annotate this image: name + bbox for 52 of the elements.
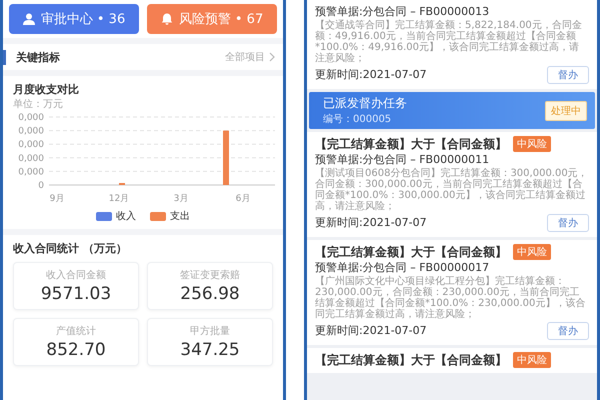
approval-center-button[interactable]: 审批中心 • 36: [9, 4, 139, 34]
y-axis-label: 0,000: [18, 154, 44, 164]
warning-title: 【完工结算金额】大于【合同金额】: [315, 136, 507, 152]
update-time: 更新时间:2021-07-07: [315, 68, 427, 82]
warning-description: 【交通战等合同】完工结算金额：5,822,184.00元，合同金额：49,916.00元，当前合同完工结算金额超过【合同金额*100.0%：49,916.00元】，该合同完工结算金额过高，请注意风险；: [315, 20, 583, 64]
document-number: 预警单据:分包合同 – FB00000011: [315, 153, 490, 167]
y-axis-label: 0,000: [18, 167, 44, 178]
document-number: 预警单据:分包合同 – FB00000017: [315, 261, 490, 275]
stat-value: 347.25: [180, 340, 240, 360]
stat-label: 签证变更索赔: [180, 268, 240, 282]
y-axis-label: 0,000: [18, 126, 44, 137]
person-icon: [22, 13, 35, 25]
update-time: 更新时间:2021-07-07: [315, 216, 427, 230]
task-number: 编号：000005: [323, 112, 392, 126]
x-axis-label: 6月: [236, 194, 250, 204]
y-axis-label: 0,000: [18, 113, 44, 123]
chevron-right-icon: [269, 52, 275, 62]
expense-bar: [223, 130, 229, 185]
warning-title: 【完工结算金额】大于【合同金额】: [315, 244, 507, 260]
legend-label: 收入: [116, 210, 136, 223]
update-time: 更新时间:2021-07-07: [315, 324, 427, 338]
stat-value: 256.98: [180, 284, 240, 304]
risk-badge: 中风险: [513, 136, 551, 152]
chart-title: 月度收支对比: [13, 82, 80, 97]
risk-badge: 中风险: [513, 352, 551, 368]
stat-value: 9571.03: [40, 284, 112, 304]
dispatch-title: 已派发督办任务: [323, 95, 407, 112]
status-badge: 处理中: [545, 100, 587, 120]
stat-label: 收入合同金额: [46, 268, 106, 282]
chart-unit: 单位：万元: [13, 98, 64, 111]
supervise-button[interactable]: 督办: [547, 214, 589, 232]
risk-alert-button[interactable]: 风险预警 • 67: [147, 4, 277, 34]
warning-title: 【完工结算金额】大于【合同金额】: [315, 352, 507, 368]
all-projects-link[interactable]: 全部项目: [225, 50, 275, 64]
x-axis-label: 12月: [108, 194, 130, 204]
supervise-button[interactable]: 督办: [547, 322, 589, 340]
x-axis-label: 3月: [174, 194, 188, 204]
bell-icon: [160, 13, 173, 25]
legend-label: 支出: [170, 210, 190, 223]
y-axis-label: 0: [38, 181, 44, 191]
supervise-button[interactable]: 督办: [547, 66, 589, 84]
risk-badge: 中风险: [513, 244, 551, 260]
x-axis-label: 9月: [50, 194, 64, 204]
stat-label: 甲方批量: [190, 324, 230, 338]
document-number: 预警单据:分包合同 – FB00000013: [315, 5, 490, 19]
stat-label: 产值统计: [56, 324, 96, 338]
stats-title: 收入合同统计 （万元）: [13, 241, 128, 256]
y-axis-label: 0,000: [18, 140, 44, 150]
section-title: 关键指标: [3, 50, 60, 64]
warning-description: 【广州国际文化中心项目绿化工程分包】完工结算金额：230,000.00元，合同金额：230,000.00元，当前合同完工结算金额超过【合同金额*100.0%：230,000.00元】，该合同完工结算金额过高，请注意风险；: [315, 276, 586, 320]
warning-description: 【测试项目0608分包合同】完工结算金额：300,000.00元，合同金额：300,000.00元，当前合同完工结算金额超过【合同金额*100.0%：300,000.00元】，该合同完工结算金额过高，请注意风险；: [315, 168, 589, 212]
stat-value: 852.70: [46, 340, 106, 360]
